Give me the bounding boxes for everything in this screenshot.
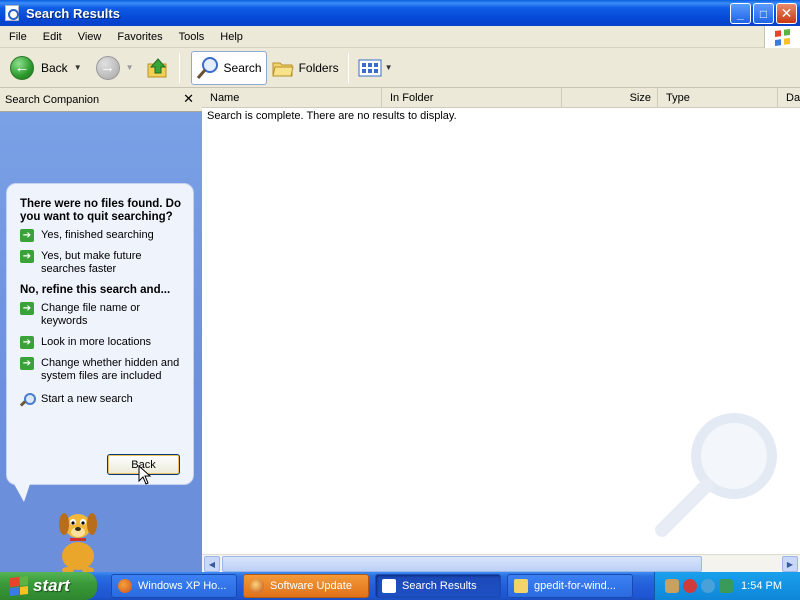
option-label: Change file name or keywords — [41, 302, 141, 327]
up-folder-button[interactable] — [142, 51, 174, 85]
toolbar-separator — [347, 52, 349, 83]
results-column-header: Name In Folder Size Type Da — [202, 88, 800, 108]
tray-network-icon[interactable] — [701, 579, 715, 593]
option-new-search[interactable]: Start a new search — [20, 393, 183, 407]
tray-app-icon[interactable] — [665, 579, 679, 593]
minimize-button[interactable]: _ — [730, 3, 751, 24]
toolbar-separator — [178, 52, 180, 83]
firefox-icon — [118, 579, 132, 593]
folders-icon — [271, 62, 294, 76]
no-files-question: There were no files found. Do you want t… — [20, 198, 182, 223]
green-arrow-icon: ➔ — [20, 336, 34, 349]
tray-update-icon[interactable] — [719, 579, 733, 593]
green-arrow-icon: ➔ — [20, 357, 34, 370]
folder-icon — [514, 579, 528, 593]
refine-heading: No, refine this search and... — [20, 284, 171, 296]
scroll-left-icon[interactable]: ◀ — [204, 556, 220, 572]
scrollbar-thumb[interactable] — [222, 556, 702, 572]
menu-favorites[interactable]: Favorites — [108, 31, 169, 43]
search-icon — [382, 579, 396, 593]
chevron-down-icon[interactable]: ▼ — [126, 63, 134, 72]
views-icon — [358, 59, 382, 76]
search-companion-balloon: There were no files found. Do you want t… — [6, 183, 194, 485]
folders-toolbar-button[interactable]: Folders — [267, 51, 343, 85]
search-toolbar-button[interactable]: Search — [190, 50, 267, 85]
horizontal-scrollbar[interactable]: ◀ ▶ — [202, 554, 800, 572]
option-label: Yes, but make future searches faster — [41, 250, 142, 275]
chevron-down-icon[interactable]: ▼ — [385, 63, 393, 72]
toolbar: ← Back ▼ → ▼ Search Folders ▼ — [0, 48, 800, 88]
maximize-button[interactable]: □ — [753, 3, 774, 24]
balloon-tail — [14, 484, 30, 502]
search-dog-icon — [59, 513, 97, 573]
menu-help[interactable]: Help — [211, 31, 250, 43]
search-results-window-icon — [5, 5, 19, 21]
option-label: Start a new search — [41, 393, 133, 405]
option-change-file-name[interactable]: ➔ Change file name or keywords — [20, 302, 183, 328]
column-in-folder[interactable]: In Folder — [382, 88, 562, 108]
taskbar-item-label: Windows XP Ho... — [138, 580, 227, 592]
close-icon[interactable]: ✕ — [183, 91, 194, 107]
search-label: Search — [223, 60, 262, 75]
option-more-locations[interactable]: ➔ Look in more locations — [20, 336, 183, 349]
taskbar-item-label: Search Results — [402, 580, 477, 592]
taskbar-item-gpedit[interactable]: gpedit-for-wind... — [507, 574, 633, 598]
system-tray: 1:54 PM — [654, 572, 800, 600]
start-label: start — [33, 576, 70, 595]
menu-view[interactable]: View — [69, 31, 109, 43]
folders-label: Folders — [298, 60, 339, 75]
taskbar-item-windows-xp[interactable]: Windows XP Ho... — [111, 574, 237, 598]
option-hidden-system-files[interactable]: ➔ Change whether hidden and system files… — [20, 357, 183, 383]
menu-edit[interactable]: Edit — [34, 31, 69, 43]
close-button[interactable]: ✕ — [776, 3, 797, 24]
search-companion-title: Search Companion — [5, 93, 100, 106]
menu-tools[interactable]: Tools — [170, 31, 212, 43]
option-label: Change whether hidden and system files a… — [41, 357, 180, 382]
column-size[interactable]: Size — [562, 88, 658, 108]
taskbar-item-label: Software Update — [270, 580, 352, 592]
window-title: Search Results — [26, 5, 120, 21]
mouse-cursor-icon — [138, 465, 152, 485]
search-companion-pane: There were no files found. Do you want t… — [0, 112, 202, 573]
option-future-searches-faster[interactable]: ➔ Yes, but make future searches faster — [20, 250, 183, 276]
windows-logo-icon — [764, 26, 800, 48]
taskbar: start Windows XP Ho... Software Update S… — [0, 572, 800, 600]
firefox-icon — [250, 579, 264, 593]
back-label: Back — [41, 60, 68, 75]
taskbar-item-software-update[interactable]: Software Update — [243, 574, 369, 598]
up-folder-icon — [147, 57, 167, 77]
back-toolbar-button[interactable]: ← Back ▼ — [6, 51, 86, 85]
green-arrow-icon: ➔ — [20, 229, 34, 242]
menu-file[interactable]: File — [0, 31, 34, 43]
search-companion-header: Search Companion ✕ — [0, 88, 202, 112]
taskbar-item-label: gpedit-for-wind... — [534, 580, 616, 592]
column-date[interactable]: Da — [778, 88, 800, 108]
magnifier-icon — [196, 56, 218, 79]
column-type[interactable]: Type — [658, 88, 778, 108]
forward-toolbar-button[interactable]: → ▼ — [92, 51, 138, 85]
clock: 1:54 PM — [741, 580, 782, 592]
windows-flag-icon — [10, 576, 28, 596]
taskbar-item-search-results[interactable]: Search Results — [375, 574, 501, 598]
magnifier-icon — [20, 393, 36, 407]
back-arrow-icon: ← — [10, 55, 34, 80]
results-list[interactable]: Search is complete. There are no results… — [202, 108, 800, 554]
option-label: Yes, finished searching — [41, 229, 154, 241]
security-shield-icon[interactable] — [683, 579, 697, 593]
magnifier-watermark-icon — [655, 413, 777, 537]
chevron-down-icon[interactable]: ▼ — [74, 63, 82, 72]
green-arrow-icon: ➔ — [20, 250, 34, 263]
menu-bar: File Edit View Favorites Tools Help — [0, 26, 800, 48]
option-label: Look in more locations — [41, 336, 152, 348]
forward-arrow-icon: → — [95, 55, 120, 80]
green-arrow-icon: ➔ — [20, 302, 34, 315]
results-message: Search is complete. There are no results… — [207, 110, 457, 122]
column-name[interactable]: Name — [202, 88, 382, 108]
title-bar: Search Results _ □ ✕ — [0, 0, 800, 26]
views-button[interactable]: ▼ — [354, 51, 397, 85]
option-finished-searching[interactable]: ➔ Yes, finished searching — [20, 229, 183, 242]
start-button[interactable]: start — [0, 572, 97, 600]
scroll-right-icon[interactable]: ▶ — [782, 556, 798, 572]
